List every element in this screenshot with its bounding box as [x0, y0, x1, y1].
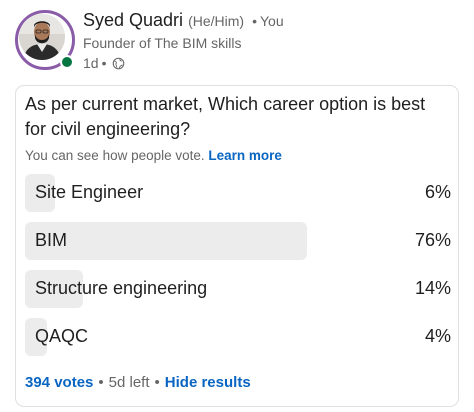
poll-question: As per current market, Which career opti… — [25, 94, 426, 139]
poll-option[interactable]: QAQC 4% — [25, 318, 451, 356]
separator-dot: • — [98, 374, 104, 391]
poll-option-percent: 14% — [414, 278, 451, 298]
connection-degree: You — [260, 13, 284, 29]
hide-results-button[interactable]: Hide results — [165, 374, 251, 391]
learn-more-link[interactable]: Learn more — [208, 148, 282, 163]
votes-count-link[interactable]: 394 votes — [25, 374, 93, 391]
visibility-text: You can see how people vote. — [25, 148, 205, 163]
online-status-indicator — [60, 55, 74, 69]
post-meta: 1d • — [83, 55, 125, 71]
author-avatar-container[interactable] — [15, 10, 75, 70]
poll-option-percent: 4% — [424, 326, 451, 346]
poll-option-label: Site Engineer — [35, 182, 144, 202]
author-name-line: Syed Quadri (He/Him) • You — [83, 10, 284, 31]
poll-option-label: BIM — [35, 230, 68, 250]
poll-option-percent: 76% — [414, 230, 451, 250]
poll-option-label: QAQC — [35, 326, 89, 346]
author-headline: Founder of The BIM skills — [83, 35, 242, 51]
poll-footer: 394 votes • 5d left • Hide results — [25, 374, 251, 391]
poll-option[interactable]: Structure engineering 14% — [25, 270, 451, 308]
author-name[interactable]: Syed Quadri — [83, 10, 183, 30]
separator-dot: • — [101, 55, 107, 71]
poll-option[interactable]: Site Engineer 6% — [25, 174, 451, 212]
post-header: Syed Quadri (He/Him) • You Founder of The… — [0, 0, 474, 90]
poll-result-bar — [25, 222, 307, 260]
avatar[interactable] — [19, 14, 65, 60]
poll-option-percent: 6% — [424, 182, 451, 202]
avatar-photo — [19, 14, 65, 60]
poll-option[interactable]: BIM 76% — [25, 222, 451, 260]
poll-card: As per current market, Which career opti… — [15, 85, 459, 407]
author-pronouns: (He/Him) — [188, 13, 245, 29]
separator-dot: • — [154, 374, 160, 391]
separator-dot: • — [252, 13, 257, 29]
poll-visibility-note: You can see how people vote. Learn more — [25, 148, 282, 163]
time-left: 5d left — [108, 374, 150, 391]
post-time: 1d — [83, 55, 99, 71]
globe-icon — [113, 57, 125, 69]
poll-option-label: Structure engineering — [35, 278, 208, 298]
poll-options: Site Engineer 6% BIM 76% Structure engin… — [25, 174, 451, 366]
